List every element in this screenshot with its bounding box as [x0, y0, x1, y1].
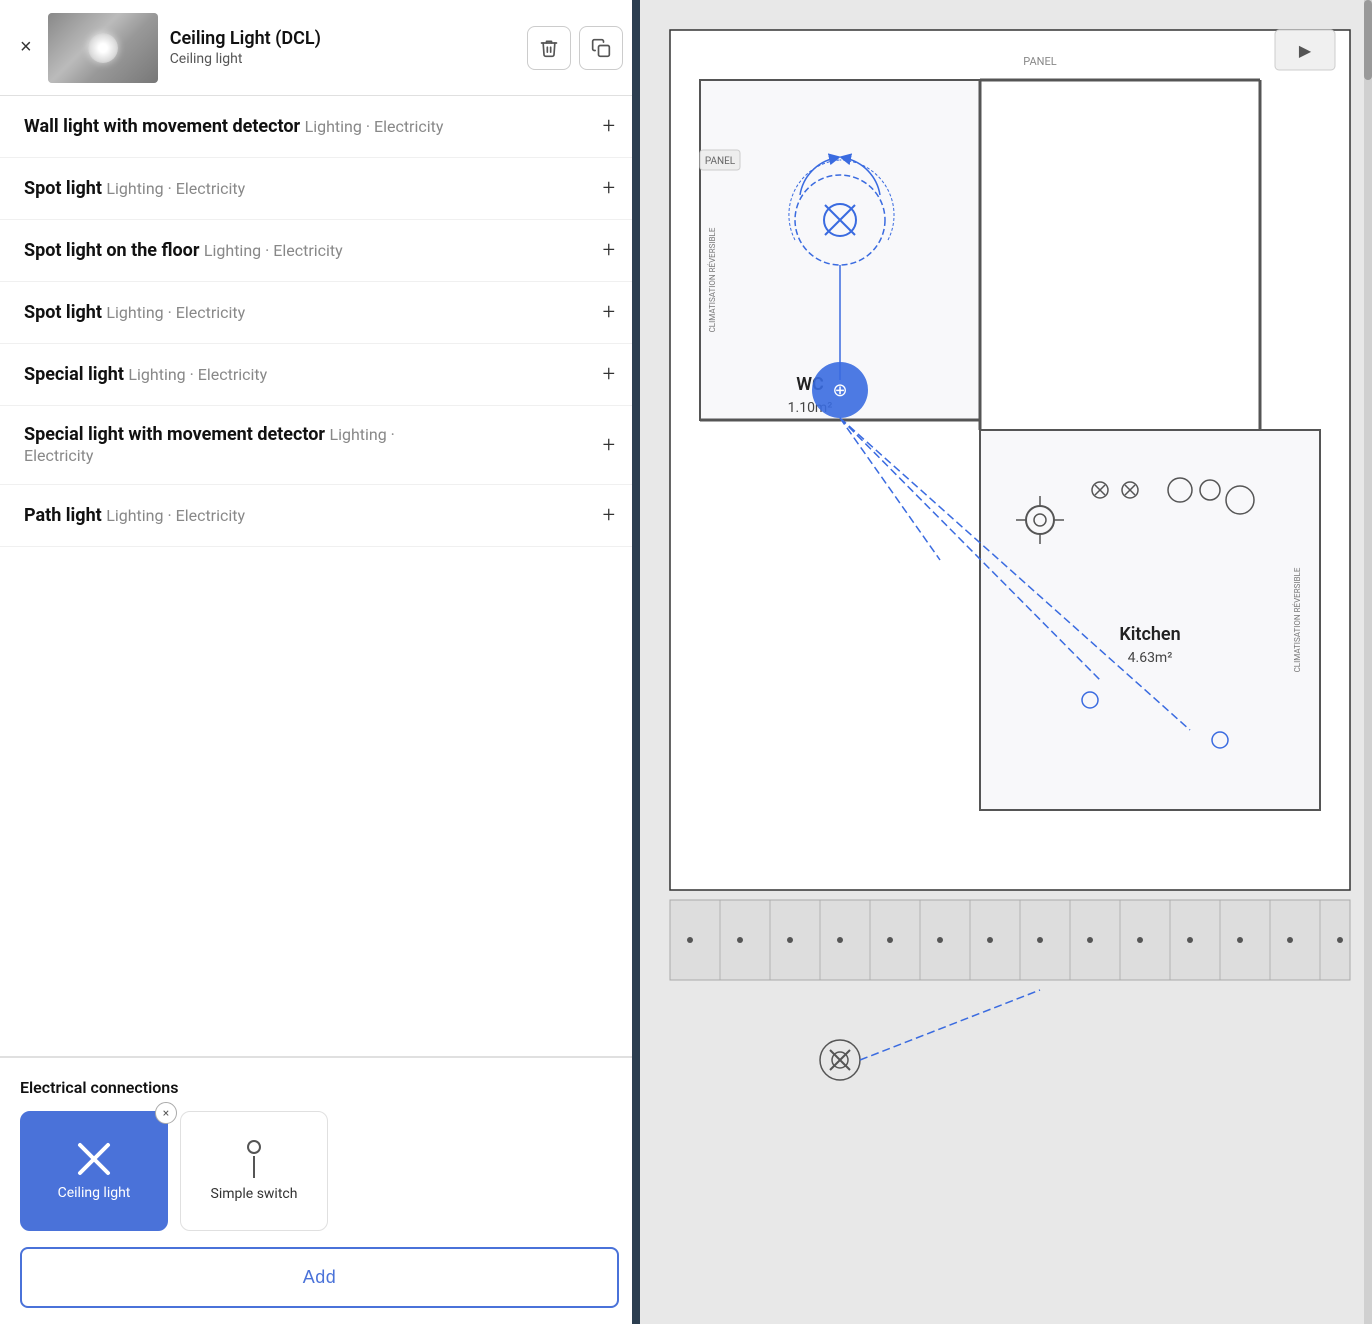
list-item[interactable]: Path light Lighting · Electricity + [0, 485, 639, 547]
header-actions [527, 26, 623, 70]
ceiling-light-cross-icon [76, 1141, 112, 1177]
floorplan-svg: WC 1.10m² Kitchen 4.63m² CLIMATISATION R… [640, 0, 1372, 1324]
list-item[interactable]: Special light with movement detector Lig… [0, 406, 639, 485]
add-icon[interactable]: + [603, 362, 615, 387]
remove-ceiling-light-button[interactable]: × [155, 1102, 177, 1124]
svg-text:PANEL: PANEL [1023, 55, 1056, 68]
svg-text:⊕: ⊕ [832, 380, 847, 401]
add-icon[interactable]: + [603, 114, 615, 139]
right-panel[interactable]: WC 1.10m² Kitchen 4.63m² CLIMATISATION R… [640, 0, 1372, 1324]
svg-text:Kitchen: Kitchen [1119, 624, 1180, 645]
electrical-connections-title: Electrical connections [20, 1078, 619, 1097]
product-title: Ceiling Light (DCL) [170, 28, 515, 49]
list-item[interactable]: Special light Lighting · Electricity + [0, 344, 639, 406]
add-icon[interactable]: + [603, 503, 615, 528]
dark-strip [632, 0, 640, 1324]
svg-text:PANEL: PANEL [705, 156, 736, 167]
electrical-connections-section: Electrical connections × Ceiling light S… [0, 1057, 639, 1324]
header-text: Ceiling Light (DCL) Ceiling light [170, 28, 515, 67]
svg-text:CLIMATISATION RÉVERSIBLE: CLIMATISATION RÉVERSIBLE [708, 227, 717, 332]
simple-switch-label: Simple switch [211, 1186, 298, 1202]
add-icon[interactable]: + [603, 238, 615, 263]
list-item[interactable]: Spot light Lighting · Electricity + [0, 282, 639, 344]
copy-button[interactable] [579, 26, 623, 70]
product-subtitle: Ceiling light [170, 51, 515, 67]
switch-icon [247, 1140, 261, 1178]
add-icon[interactable]: + [603, 300, 615, 325]
svg-text:▶: ▶ [1299, 41, 1312, 60]
simple-switch-connection-card[interactable]: Simple switch [180, 1111, 328, 1231]
list-item[interactable]: Spot light Lighting · Electricity + [0, 158, 639, 220]
add-button[interactable]: Add [20, 1247, 619, 1308]
close-button[interactable]: × [16, 32, 36, 63]
list-item[interactable]: Spot light on the floor Lighting · Elect… [0, 220, 639, 282]
left-panel: × Ceiling Light (DCL) Ceiling light Wall… [0, 0, 640, 1324]
scroll-indicator[interactable] [1364, 0, 1372, 1324]
add-icon[interactable]: + [603, 176, 615, 201]
connections-row: × Ceiling light Simple switch [20, 1111, 619, 1231]
product-image [48, 13, 158, 83]
ceiling-light-label: Ceiling light [58, 1185, 131, 1201]
scroll-thumb[interactable] [1364, 0, 1372, 80]
add-icon[interactable]: + [603, 433, 615, 458]
delete-button[interactable] [527, 26, 571, 70]
svg-text:4.63m²: 4.63m² [1128, 650, 1173, 666]
light-types-list: Wall light with movement detector Lighti… [0, 96, 639, 1056]
list-item[interactable]: Wall light with movement detector Lighti… [0, 96, 639, 158]
floorplan-container: WC 1.10m² Kitchen 4.63m² CLIMATISATION R… [640, 0, 1372, 1324]
svg-text:CLIMATISATION RÉVERSIBLE: CLIMATISATION RÉVERSIBLE [1293, 567, 1302, 672]
ceiling-light-connection-card[interactable]: × Ceiling light [20, 1111, 168, 1231]
header: × Ceiling Light (DCL) Ceiling light [0, 0, 639, 96]
